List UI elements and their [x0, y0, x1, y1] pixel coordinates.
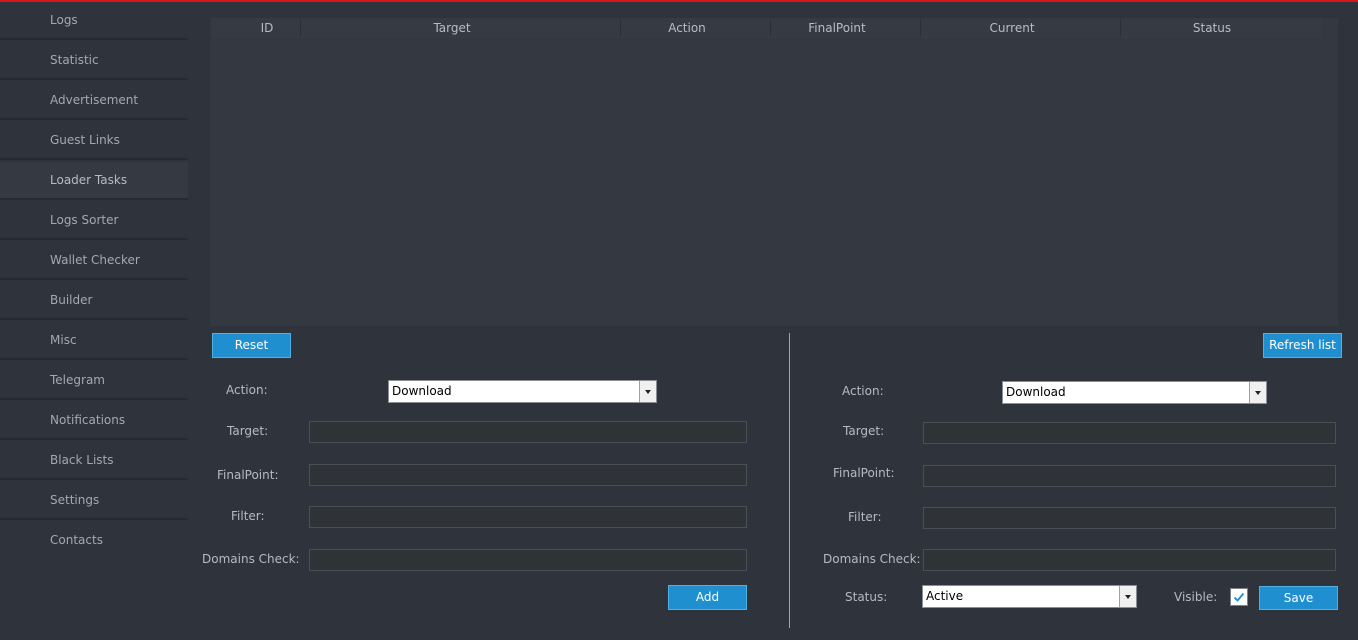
column-header-status[interactable]: Status: [1122, 18, 1302, 38]
chevron-down-icon[interactable]: [1119, 586, 1136, 607]
add-button[interactable]: Add: [668, 585, 747, 610]
sidebar-item-contacts[interactable]: Contacts: [0, 522, 188, 560]
left-finalpoint-label: FinalPoint:: [217, 468, 279, 482]
sidebar-item-guest-links[interactable]: Guest Links: [0, 122, 188, 160]
status-label: Status:: [845, 590, 888, 604]
column-divider: [300, 20, 301, 36]
sidebar-item-settings[interactable]: Settings: [0, 482, 188, 520]
reset-button[interactable]: Reset: [212, 333, 291, 358]
column-header-current[interactable]: Current: [922, 18, 1102, 38]
save-button[interactable]: Save: [1259, 586, 1338, 610]
left-filter-input[interactable]: [309, 506, 747, 528]
sidebar-item-loader-tasks[interactable]: Loader Tasks: [0, 162, 188, 200]
sidebar-item-misc[interactable]: Misc: [0, 322, 188, 360]
left-filter-label: Filter:: [231, 509, 265, 523]
sidebar-item-logs-sorter[interactable]: Logs Sorter: [0, 202, 188, 240]
left-domains-check-label: Domains Check:: [202, 552, 300, 566]
left-action-label: Action:: [226, 383, 268, 397]
sidebar-item-wallet-checker[interactable]: Wallet Checker: [0, 242, 188, 280]
left-finalpoint-input[interactable]: [309, 464, 747, 486]
column-divider: [920, 20, 921, 36]
top-accent-line: [0, 0, 1358, 2]
right-domains-check-label: Domains Check:: [823, 552, 921, 566]
sidebar-item-advertisement[interactable]: Advertisement: [0, 82, 188, 120]
status-select[interactable]: Active: [922, 585, 1137, 608]
sidebar-item-notifications[interactable]: Notifications: [0, 402, 188, 440]
visible-checkbox[interactable]: [1230, 588, 1248, 606]
right-finalpoint-label: FinalPoint:: [833, 466, 895, 480]
column-header-action[interactable]: Action: [622, 18, 752, 38]
status-value: Active: [926, 589, 964, 603]
column-divider: [1120, 20, 1121, 36]
right-target-input[interactable]: [923, 422, 1336, 444]
left-action-value: Download: [392, 384, 452, 398]
table-header: ID Target Action FinalPoint Current Stat…: [212, 18, 1322, 38]
left-domains-check-input[interactable]: [309, 549, 747, 571]
right-filter-input[interactable]: [923, 507, 1336, 529]
tasks-table[interactable]: ID Target Action FinalPoint Current Stat…: [210, 18, 1338, 326]
checkmark-icon: [1233, 592, 1245, 602]
right-action-value: Download: [1006, 385, 1066, 399]
sidebar: Logs Statistic Advertisement Guest Links…: [0, 2, 188, 640]
sidebar-item-logs[interactable]: Logs: [0, 2, 188, 40]
visible-label: Visible:: [1174, 590, 1218, 604]
right-target-label: Target:: [843, 424, 885, 438]
refresh-list-button[interactable]: Refresh list: [1263, 333, 1342, 358]
column-divider: [620, 20, 621, 36]
form-divider: [789, 333, 790, 628]
right-domains-check-input[interactable]: [923, 549, 1336, 571]
column-header-target[interactable]: Target: [302, 18, 602, 38]
right-action-select[interactable]: Download: [1002, 381, 1267, 404]
left-action-select[interactable]: Download: [388, 380, 657, 403]
column-divider: [770, 20, 771, 36]
right-filter-label: Filter:: [848, 510, 882, 524]
right-finalpoint-input[interactable]: [923, 465, 1336, 487]
sidebar-item-builder[interactable]: Builder: [0, 282, 188, 320]
chevron-down-icon[interactable]: [639, 381, 656, 402]
chevron-down-icon[interactable]: [1249, 382, 1266, 403]
sidebar-item-telegram[interactable]: Telegram: [0, 362, 188, 400]
right-action-label: Action:: [842, 384, 884, 398]
sidebar-item-statistic[interactable]: Statistic: [0, 42, 188, 80]
sidebar-item-black-lists[interactable]: Black Lists: [0, 442, 188, 480]
left-target-label: Target:: [227, 424, 269, 438]
column-header-finalpoint[interactable]: FinalPoint: [772, 18, 902, 38]
left-target-input[interactable]: [309, 421, 747, 443]
